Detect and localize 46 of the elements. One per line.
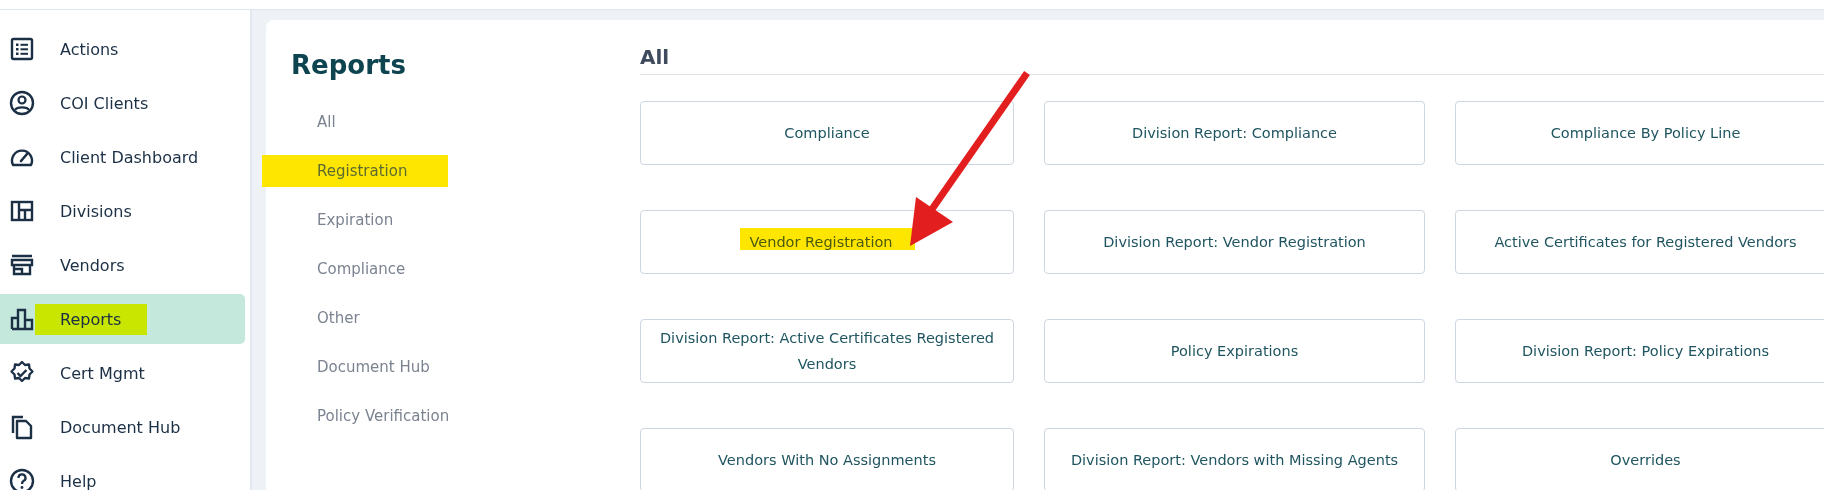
nav-label: Vendors: [60, 254, 125, 277]
category-link[interactable]: Registration: [262, 155, 449, 187]
nav-label: Client Dashboard: [60, 146, 199, 169]
report-button[interactable]: Compliance By Policy Line: [1455, 101, 1824, 165]
help-icon: [9, 468, 35, 490]
copy-icon: [9, 414, 35, 440]
report-button[interactable]: Division Report: Policy Expirations: [1455, 319, 1824, 383]
report-button[interactable]: Division Report: Vendors with Missing Agents: [1044, 428, 1425, 490]
report-button[interactable]: Active Certificates for Registered Vendors: [1455, 210, 1824, 274]
category-link[interactable]: Expiration: [291, 204, 394, 236]
category-link[interactable]: Policy Verification: [291, 400, 450, 432]
report-button[interactable]: Division Report: Compliance: [1044, 101, 1425, 165]
category-link[interactable]: Compliance: [291, 253, 406, 285]
nav-label: Actions: [60, 38, 119, 61]
store-icon: [9, 252, 35, 278]
sidebar-item[interactable]: Document Hub: [0, 402, 245, 452]
report-button[interactable]: Vendor Registration: [640, 210, 1014, 274]
sidebar-item[interactable]: Client Dashboard: [0, 132, 245, 182]
layout-icon: [9, 198, 35, 224]
bar-chart-icon: [9, 306, 35, 332]
sidebar-item[interactable]: Actions: [0, 24, 245, 74]
sidebar-item[interactable]: COI Clients: [0, 78, 245, 128]
nav-label: Divisions: [60, 200, 132, 223]
nav-label: Cert Mgmt: [60, 362, 145, 385]
section-heading: All: [640, 42, 1824, 75]
report-button[interactable]: Vendors With No Assignments: [640, 428, 1014, 490]
sidebar-item[interactable]: Cert Mgmt: [0, 348, 245, 398]
category-link[interactable]: Document Hub: [291, 351, 430, 383]
category-link[interactable]: Other: [291, 302, 360, 334]
page-title: Reports: [291, 50, 406, 80]
category-link[interactable]: All: [291, 106, 336, 138]
nav-label: Help: [60, 470, 97, 490]
nav-label: COI Clients: [60, 92, 149, 115]
list-icon: [9, 36, 35, 62]
nav-label: Document Hub: [60, 416, 181, 439]
report-button[interactable]: Policy Expirations: [1044, 319, 1425, 383]
sidebar-item[interactable]: Divisions: [0, 186, 245, 236]
sidebar-item[interactable]: Help: [0, 456, 245, 490]
report-button[interactable]: Overrides: [1455, 428, 1824, 490]
user-circle-icon: [9, 90, 35, 116]
report-button[interactable]: Division Report: Active Certificates Registered Vendors: [640, 319, 1014, 383]
report-button[interactable]: Division Report: Vendor Registration: [1044, 210, 1425, 274]
sidebar-item[interactable]: Reports: [0, 294, 245, 344]
sidebar-item[interactable]: Vendors: [0, 240, 245, 290]
report-button[interactable]: Compliance: [640, 101, 1014, 165]
nav-label: Reports: [35, 303, 148, 335]
